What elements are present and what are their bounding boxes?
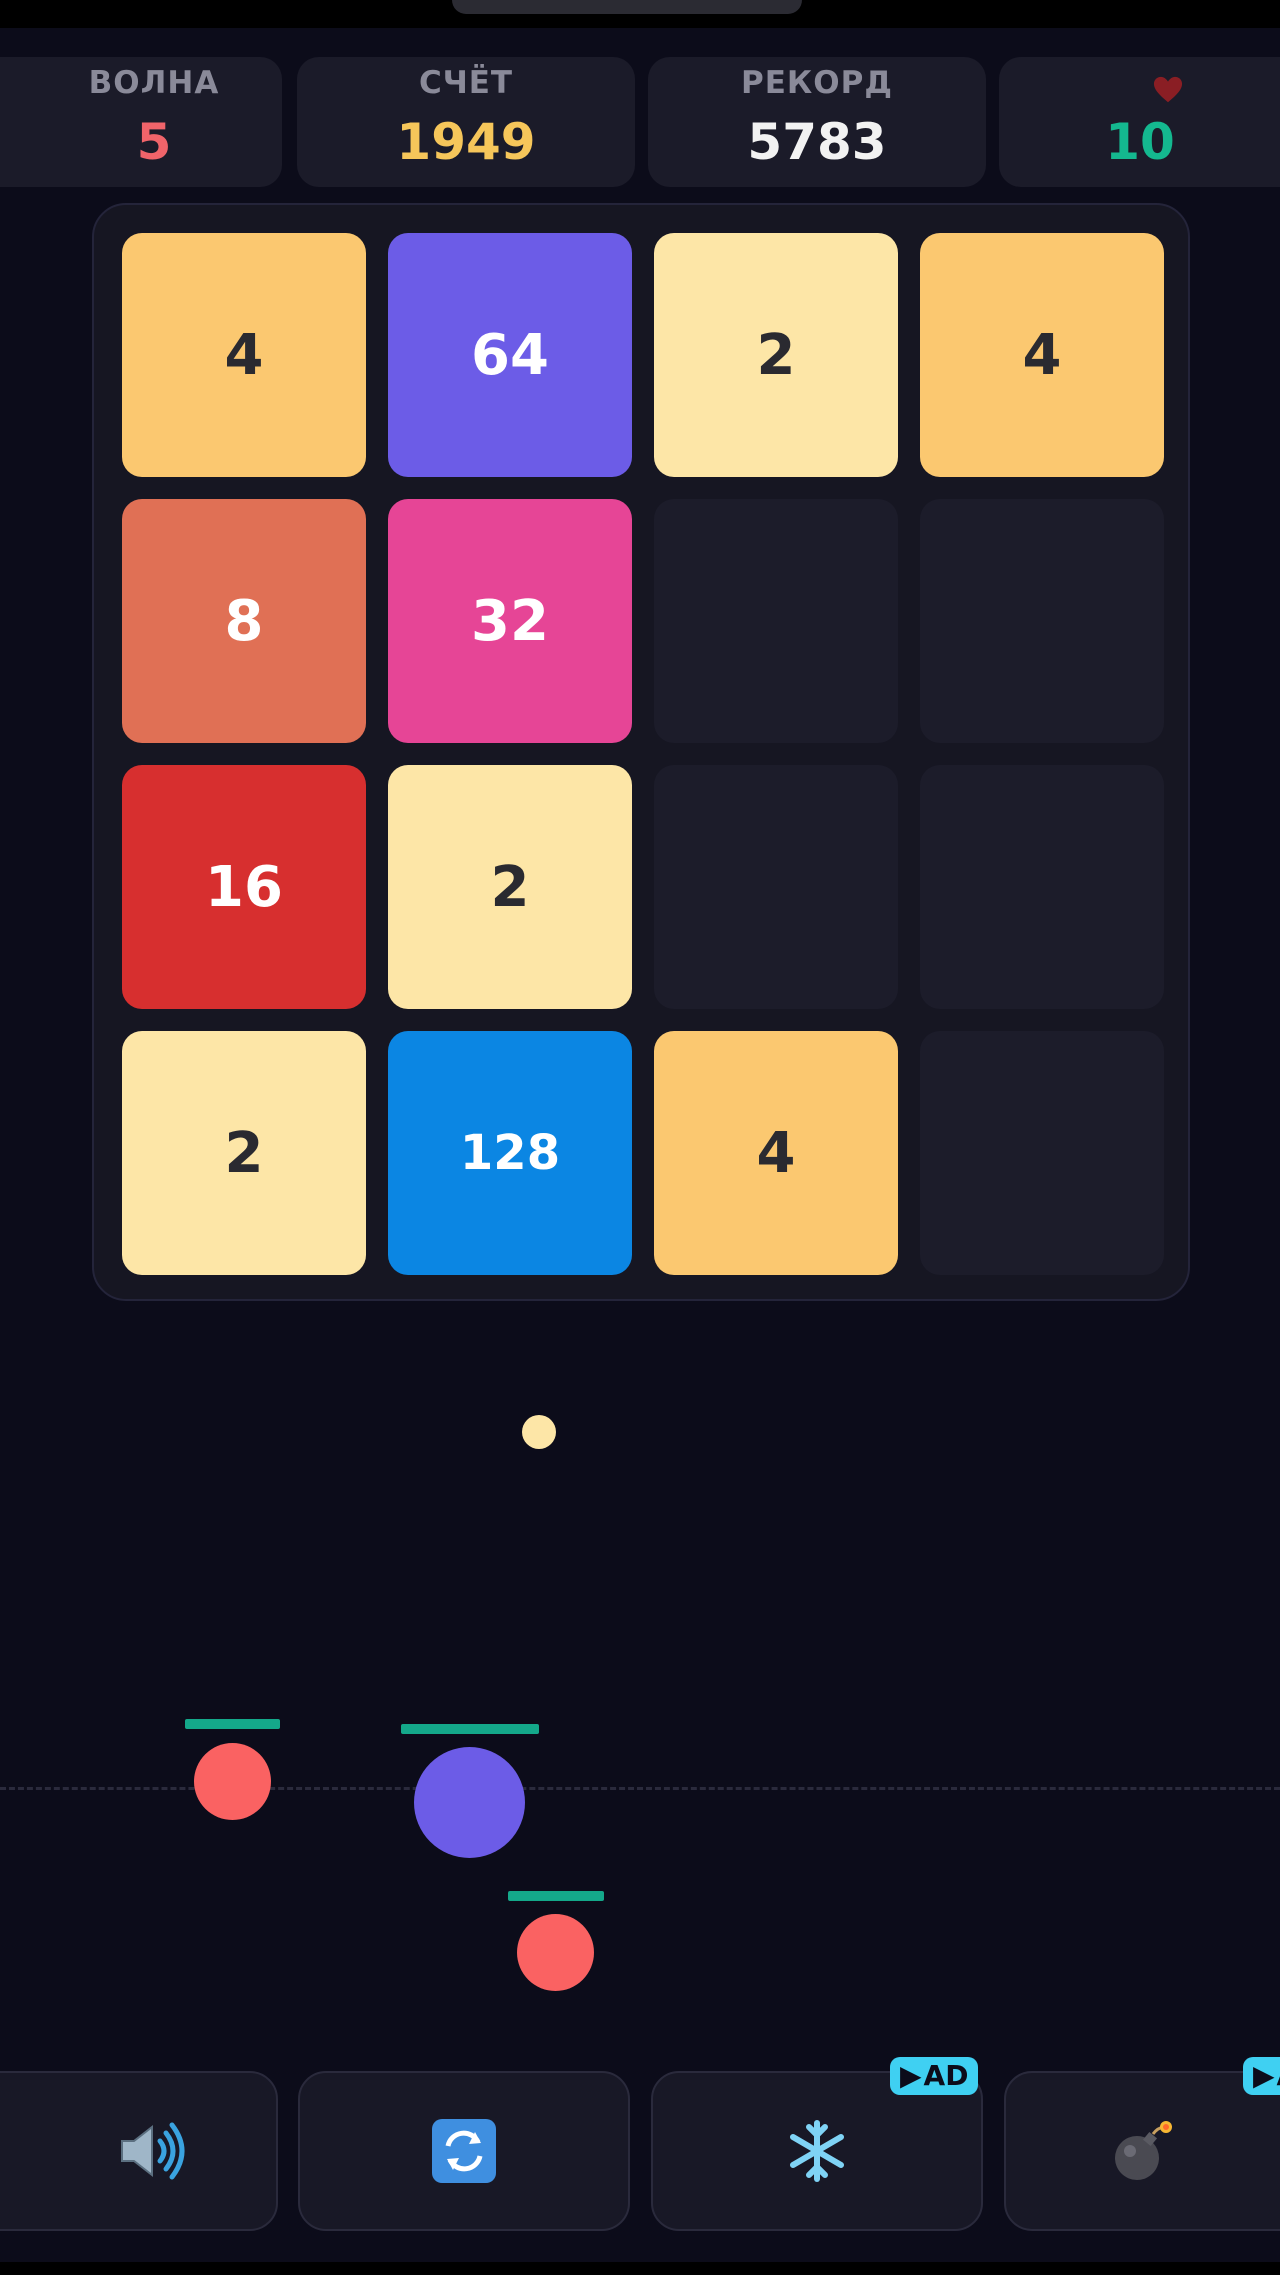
lives-panel: 10 xyxy=(999,57,1280,187)
bomb-icon xyxy=(1115,2121,1172,2180)
defense-line xyxy=(0,1787,1280,1790)
heart-icon xyxy=(1153,76,1183,103)
status-bar xyxy=(0,0,1280,28)
empty-cell xyxy=(654,765,898,1009)
enemy-health-bar xyxy=(401,1724,539,1734)
game-board: 4 64 2 4 8 32 16 2 2 128 4 xyxy=(92,203,1190,1301)
projectile xyxy=(522,1415,556,1449)
speaker-icon xyxy=(121,2122,185,2180)
ad-badge: ▶AD xyxy=(1243,2057,1280,2095)
ad-label: AD xyxy=(1277,2057,1280,2095)
tile: 16 xyxy=(122,765,366,1009)
refresh-icon xyxy=(432,2119,496,2183)
ad-label: AD xyxy=(923,2059,969,2092)
score-label: СЧЁТ xyxy=(418,65,514,101)
enemy-purple xyxy=(414,1747,525,1858)
empty-cell xyxy=(654,499,898,743)
play-icon: ▶ xyxy=(1253,2059,1275,2092)
sound-button[interactable] xyxy=(0,2071,278,2231)
tile: 32 xyxy=(388,499,632,743)
empty-cell xyxy=(920,499,1164,743)
enemy-red-left xyxy=(194,1743,271,1820)
wave-label: ВОЛНА xyxy=(88,65,220,101)
empty-cell xyxy=(920,1031,1164,1275)
score-value: 1949 xyxy=(396,113,536,171)
lives-label xyxy=(999,65,1280,113)
tile: 128 xyxy=(388,1031,632,1275)
bomb-button[interactable] xyxy=(1004,2071,1280,2231)
enemy-health-bar xyxy=(508,1891,604,1901)
tile: 4 xyxy=(654,1031,898,1275)
ad-badge: ▶AD xyxy=(890,2057,979,2095)
lives-value: 10 xyxy=(1105,113,1175,171)
snowflake-icon xyxy=(790,2120,844,2182)
record-panel: РЕКОРД 5783 xyxy=(648,57,986,187)
tile: 2 xyxy=(122,1031,366,1275)
score-panel: СЧЁТ 1949 xyxy=(297,57,635,187)
record-label: РЕКОРД xyxy=(741,65,893,101)
notch xyxy=(452,0,802,14)
tile: 2 xyxy=(654,233,898,477)
game-screen: ВОЛНА 5 СЧЁТ 1949 РЕКОРД 5783 10 4 64 2 … xyxy=(0,0,1280,2275)
tile: 8 xyxy=(122,499,366,743)
enemy-red-lower xyxy=(517,1914,594,1991)
empty-cell xyxy=(920,765,1164,1009)
play-icon: ▶ xyxy=(900,2059,922,2092)
tile: 4 xyxy=(920,233,1164,477)
record-value: 5783 xyxy=(747,113,887,171)
freeze-button[interactable] xyxy=(651,2071,983,2231)
tile: 2 xyxy=(388,765,632,1009)
wave-panel: ВОЛНА 5 xyxy=(0,57,282,187)
tile: 64 xyxy=(388,233,632,477)
tile: 4 xyxy=(122,233,366,477)
wave-value: 5 xyxy=(136,113,172,171)
home-indicator-area xyxy=(0,2262,1280,2275)
enemy-health-bar xyxy=(185,1719,280,1729)
restart-button[interactable] xyxy=(298,2071,630,2231)
